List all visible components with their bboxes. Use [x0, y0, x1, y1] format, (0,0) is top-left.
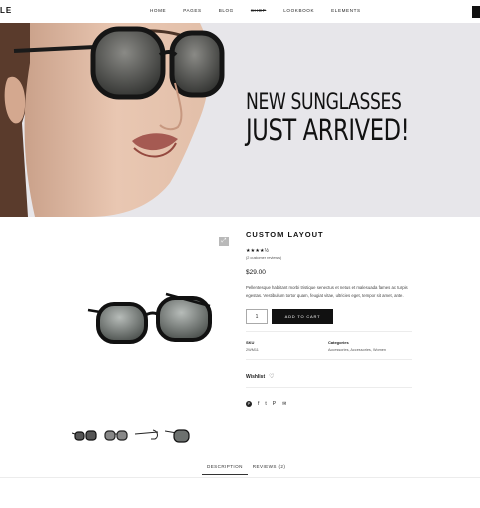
product-meta: SKU 2WM11 Categories Accessories, Access…	[246, 340, 412, 352]
cart-button[interactable]	[472, 6, 480, 18]
add-to-cart-button[interactable]: ADD TO CART	[272, 309, 333, 325]
top-navigation-bar: LE HOME PAGES BLOG SHOP LOOKBOOK ELEMENT…	[0, 0, 480, 23]
quantity-input[interactable]: 1	[246, 309, 268, 325]
twitter-icon[interactable]: t	[265, 401, 266, 407]
add-to-cart-row: 1 ADD TO CART	[246, 309, 412, 325]
thumbnail-front-flat[interactable]	[103, 427, 129, 443]
main-nav: HOME PAGES BLOG SHOP LOOKBOOK ELEMENTS	[150, 8, 378, 13]
sku-value: 2WM11	[246, 348, 259, 353]
thumbnail-side[interactable]	[134, 427, 160, 443]
site-logo[interactable]: LE	[0, 6, 12, 15]
nav-item-blog[interactable]: BLOG	[219, 8, 234, 13]
product-main-image[interactable]	[86, 290, 216, 350]
wishlist-button[interactable]: Wishlist ♡	[246, 373, 412, 381]
tab-description[interactable]: DESCRIPTION	[202, 464, 248, 475]
divider	[246, 331, 412, 333]
product-price: $29.00	[246, 269, 266, 276]
email-icon[interactable]: ✉	[282, 401, 286, 407]
hero-banner: NEW SUNGLASSES JUST ARRIVED!	[0, 23, 480, 217]
nav-item-pages[interactable]: PAGES	[183, 8, 202, 13]
sku-block: SKU 2WM11	[246, 340, 328, 352]
wishlist-label: Wishlist	[246, 373, 266, 380]
divider	[246, 387, 412, 389]
facebook-icon[interactable]: f	[258, 401, 259, 407]
thumbnail-angle[interactable]	[165, 427, 191, 443]
social-share: P f t P ✉	[246, 401, 412, 408]
rating-stars: ★★★★½	[246, 248, 270, 254]
product-tabs: DESCRIPTION REVIEWS (2)	[202, 464, 290, 475]
thumbnail-front[interactable]	[72, 427, 98, 443]
product-thumbnails	[72, 427, 191, 443]
expand-icon[interactable]: ⤢	[219, 237, 229, 246]
product-summary: CUSTOM LAYOUT ★★★★½ (2 customer reviews)…	[246, 230, 412, 408]
categories-block: Categories Accessories, Accessories, Wom…	[328, 340, 410, 352]
nav-item-lookbook[interactable]: LOOKBOOK	[283, 8, 314, 13]
pinterest-icon[interactable]: P	[273, 401, 276, 407]
categories-value[interactable]: Accessories, Accessories, Women	[328, 348, 410, 352]
reviews-link[interactable]: (2 customer reviews)	[246, 256, 412, 260]
tabs-divider	[0, 477, 480, 478]
product-title: CUSTOM LAYOUT	[246, 230, 324, 239]
hero-headline: NEW SUNGLASSES JUST ARRIVED!	[246, 92, 455, 145]
nav-item-home[interactable]: HOME	[150, 8, 166, 13]
product-short-description: Pellentesque habitant morbi tristique se…	[246, 285, 408, 298]
categories-label: Categories	[328, 340, 349, 346]
heart-icon: ♡	[269, 374, 275, 381]
hero-headline-line2: JUST ARRIVED!	[246, 113, 410, 147]
hero-headline-line1: NEW SUNGLASSES	[246, 90, 402, 115]
tab-reviews[interactable]: REVIEWS (2)	[248, 464, 290, 475]
nav-item-shop[interactable]: SHOP	[251, 8, 266, 13]
pinterest-circle-icon[interactable]: P	[246, 401, 252, 408]
nav-item-elements[interactable]: ELEMENTS	[331, 8, 361, 13]
hero-model-image	[0, 23, 235, 217]
sku-label: SKU	[246, 340, 255, 346]
divider	[246, 359, 412, 361]
